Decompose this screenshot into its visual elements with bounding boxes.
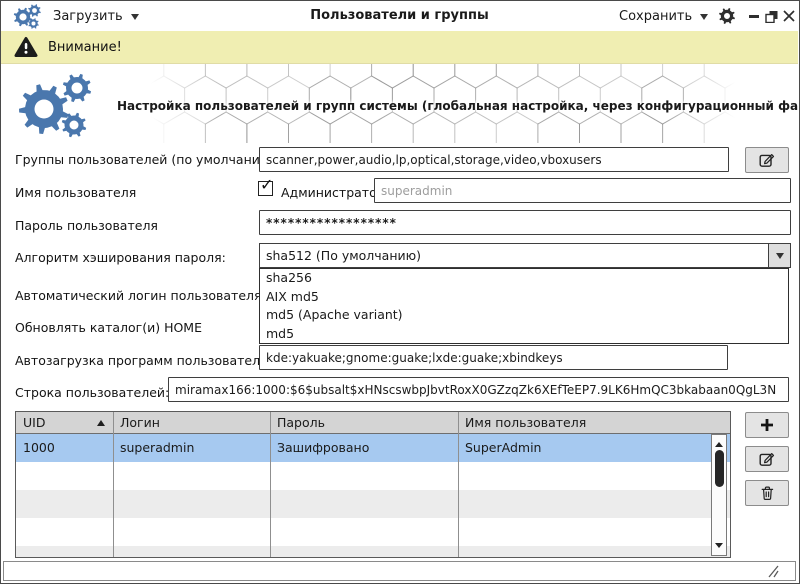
- hash-algorithm-dropdown: sha256 AIX md5 md5 (Apache variant) md5: [259, 268, 789, 344]
- groups-input[interactable]: [259, 147, 729, 172]
- chevron-down-icon: [700, 13, 709, 24]
- close-button[interactable]: [782, 9, 796, 23]
- table-empty-row: [16, 462, 730, 490]
- scroll-up-button[interactable]: [715, 438, 723, 447]
- table-scrollbar[interactable]: [711, 434, 727, 556]
- dropdown-option[interactable]: md5: [260, 325, 788, 344]
- scroll-thumb[interactable]: [714, 450, 724, 487]
- cell-login: superadmin: [120, 440, 195, 455]
- dropdown-option[interactable]: md5 (Apache variant): [260, 306, 788, 325]
- autologin-label: Автоматический логин пользователя: [15, 288, 262, 303]
- autostart-label: Автозагрузка программ пользователей: [15, 353, 276, 368]
- autostart-input[interactable]: [259, 345, 728, 370]
- table-header-name[interactable]: Имя пользователя: [458, 412, 730, 433]
- admin-checkbox[interactable]: [258, 175, 273, 196]
- cell-uid: 1000: [23, 440, 55, 455]
- table-header-password[interactable]: Пароль: [270, 412, 458, 433]
- dropdown-option[interactable]: AIX md5: [260, 288, 788, 307]
- delete-user-button[interactable]: [745, 480, 789, 506]
- table-empty-row: [16, 546, 730, 557]
- password-label: Пароль пользователя: [15, 218, 158, 233]
- username-label: Имя пользователя: [15, 185, 137, 200]
- scroll-down-button[interactable]: [715, 543, 723, 552]
- maximize-button[interactable]: [764, 9, 778, 23]
- username-input[interactable]: [374, 178, 791, 203]
- column-divider: [113, 412, 114, 557]
- add-user-button[interactable]: [745, 412, 789, 438]
- hash-algorithm-label: Алгоритм хэширования пароля:: [15, 250, 226, 265]
- warning-banner: Внимание!: [1, 31, 798, 64]
- user-string-input[interactable]: [168, 377, 789, 402]
- hash-algorithm-select[interactable]: sha512 (По умолчанию): [259, 243, 791, 268]
- cell-password: Зашифровано: [277, 440, 370, 455]
- edit-icon: [759, 453, 774, 466]
- resize-grip-icon[interactable]: [766, 565, 779, 578]
- password-input[interactable]: [259, 210, 791, 235]
- cell-name: SuperAdmin: [465, 440, 542, 455]
- edit-icon: [759, 154, 774, 167]
- minimize-icon: [749, 14, 759, 18]
- warning-text: Внимание!: [48, 39, 122, 55]
- table-row[interactable]: 1000 superadmin Зашифровано SuperAdmin: [16, 434, 730, 462]
- logo-gears-icon: [19, 73, 92, 138]
- table-header: UID Логин Пароль Имя пользователя: [16, 412, 730, 434]
- groups-label: Группы пользователей (по умолчанию): [15, 152, 276, 167]
- minimize-button[interactable]: [747, 9, 761, 23]
- save-menu-label: Сохранить: [619, 8, 693, 24]
- edit-user-button[interactable]: [745, 446, 789, 472]
- page-heading: Настройка пользователей и групп системы …: [117, 99, 800, 113]
- dropdown-option[interactable]: sha256: [260, 269, 788, 288]
- table-empty-row: [16, 490, 730, 518]
- table-empty-row: [16, 518, 730, 546]
- column-divider: [270, 412, 271, 557]
- table-header-login[interactable]: Логин: [113, 412, 270, 433]
- table-header-uid[interactable]: UID: [16, 412, 113, 433]
- sort-asc-icon: [97, 416, 105, 426]
- save-menu-button[interactable]: Сохранить: [619, 1, 709, 31]
- trash-icon: [761, 486, 773, 500]
- status-bar: [3, 561, 796, 581]
- edit-groups-button[interactable]: [745, 147, 789, 173]
- app-window: Загрузить Пользователи и группы Сохранит…: [0, 0, 800, 584]
- plus-icon: [761, 419, 773, 431]
- update-home-label: Обновлять каталог(и) HOME: [15, 320, 202, 335]
- users-table: UID Логин Пароль Имя пользователя 1000 s…: [15, 411, 731, 558]
- settings-gear-icon[interactable]: [718, 7, 736, 25]
- restore-icon: [764, 10, 777, 23]
- warning-icon: [14, 37, 38, 57]
- column-divider: [458, 412, 459, 557]
- chevron-down-icon: [775, 253, 784, 263]
- close-icon: [783, 10, 795, 22]
- admin-checkbox-label: Администратор: [281, 185, 385, 200]
- user-string-label: Строка пользователей:: [15, 385, 170, 400]
- title-bar: Загрузить Пользователи и группы Сохранит…: [1, 1, 798, 32]
- combobox-arrow-button[interactable]: [768, 244, 790, 267]
- hash-algorithm-value: sha512 (По умолчанию): [266, 248, 422, 263]
